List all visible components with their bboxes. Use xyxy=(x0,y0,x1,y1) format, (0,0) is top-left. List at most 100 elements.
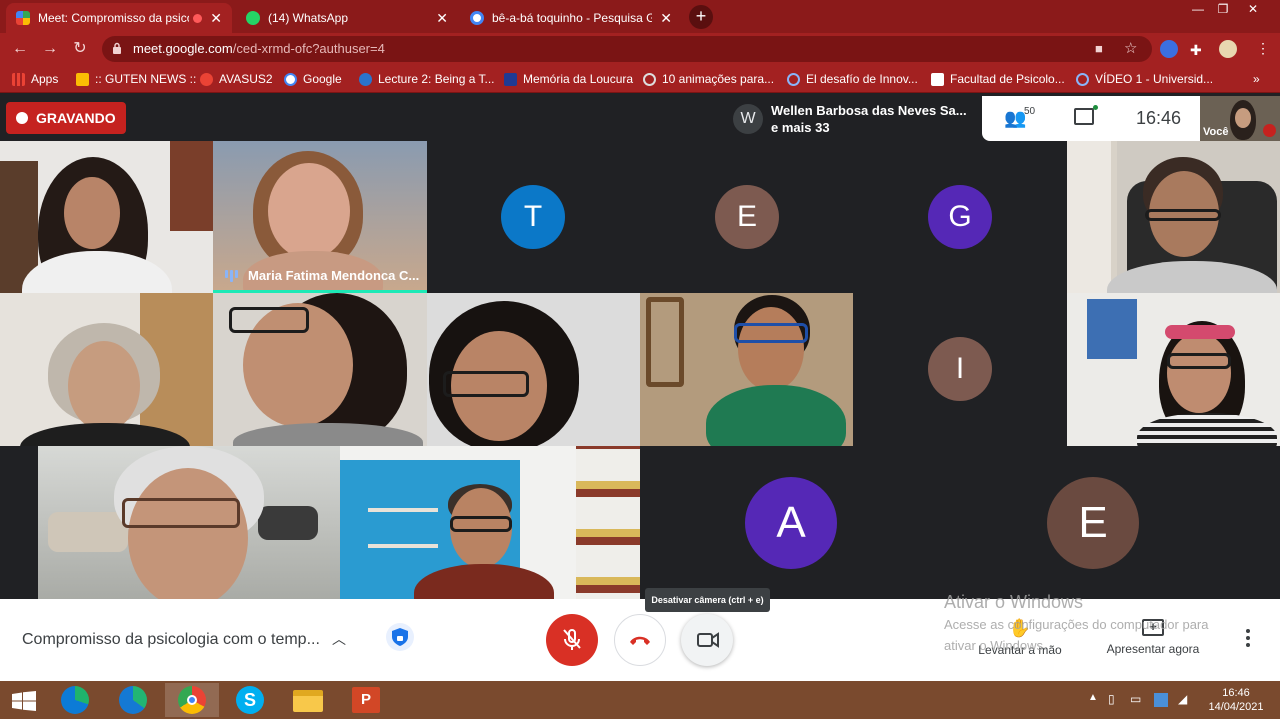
chat-icon[interactable] xyxy=(1074,108,1094,125)
participant-tile[interactable]: G xyxy=(853,141,1067,293)
audio-level-icon xyxy=(225,269,238,282)
more-options-icon[interactable] xyxy=(1246,629,1250,650)
taskbar-edge[interactable] xyxy=(48,683,102,717)
taskbar-clock[interactable]: 16:46 14/04/2021 xyxy=(1198,686,1274,714)
participant-tile[interactable] xyxy=(38,446,340,599)
participant-tile[interactable]: E xyxy=(942,446,1243,599)
window-close-icon[interactable]: ✕ xyxy=(1238,0,1268,20)
camera-tooltip: Desativar câmera (ctrl + e) xyxy=(645,588,770,612)
bookmark-guten-news[interactable]: :: GUTEN NEWS :: xyxy=(76,71,196,87)
wifi-signal-icon[interactable]: ◢ xyxy=(1178,692,1187,706)
tray-device-icon[interactable]: ▯ xyxy=(1108,692,1115,706)
start-button[interactable] xyxy=(0,683,54,717)
meet-clock: 16:46 xyxy=(1136,108,1182,128)
mic-toggle-button[interactable] xyxy=(546,614,598,666)
tab-meet[interactable]: Meet: Compromisso da psico ✕ xyxy=(6,3,232,33)
camera-toggle-button[interactable] xyxy=(681,614,733,666)
skype-icon: S xyxy=(236,686,264,714)
bookmark-memoria[interactable]: Memória da Loucura xyxy=(504,71,633,87)
self-view-tile[interactable]: Você xyxy=(1200,96,1280,141)
edge-icon xyxy=(61,686,89,714)
presenter-name: Wellen Barbosa das Neves Sa... xyxy=(771,103,967,118)
host-controls-shield-icon[interactable] xyxy=(386,623,414,651)
participant-tile[interactable] xyxy=(340,446,640,599)
participant-tile[interactable] xyxy=(427,293,640,446)
windows-logo-icon xyxy=(12,691,36,711)
apps-grid-icon xyxy=(12,72,25,86)
bookmark-star-icon[interactable]: ☆ xyxy=(1124,39,1137,57)
participant-tile[interactable]: A xyxy=(640,446,942,599)
taskbar-file-explorer[interactable] xyxy=(281,683,335,717)
windows-taskbar: S P ▲ ▯ ▭ ◢ 16:46 14/04/2021 xyxy=(0,681,1280,719)
chevron-up-icon[interactable]: ︿ xyxy=(332,629,346,649)
bookmark-avasus2[interactable]: AVASUS2 xyxy=(200,71,273,87)
participant-tile[interactable]: T xyxy=(427,141,640,293)
participant-body xyxy=(706,385,846,446)
forward-icon[interactable]: → xyxy=(40,39,60,59)
extension-icon[interactable] xyxy=(1160,40,1178,58)
participant-face xyxy=(738,307,804,391)
extensions-puzzle-icon[interactable]: ✚ xyxy=(1190,42,1202,59)
tray-network-icon[interactable]: ▭ xyxy=(1130,692,1141,706)
participant-tile[interactable] xyxy=(0,141,213,293)
meeting-title[interactable]: Compromisso da psicologia com o temp... xyxy=(22,631,320,649)
wall-shelf xyxy=(368,544,438,548)
participant-tile[interactable] xyxy=(1067,293,1280,446)
grid-padding xyxy=(0,446,38,599)
close-icon[interactable]: ✕ xyxy=(210,10,222,27)
taskbar-powerpoint[interactable]: P xyxy=(339,683,393,717)
new-tab-button[interactable]: + xyxy=(689,5,713,29)
participant-avatar: T xyxy=(501,185,565,249)
participant-avatar: E xyxy=(1047,477,1139,569)
participant-face xyxy=(64,177,120,249)
glasses xyxy=(734,323,808,343)
camera-indicator-icon[interactable]: ■ xyxy=(1095,41,1103,56)
participant-tile[interactable]: E xyxy=(640,141,853,293)
chat-unread-dot xyxy=(1093,105,1098,110)
participant-tile-speaking[interactable]: Maria Fatima Mendonca C... xyxy=(213,141,427,293)
participant-tile[interactable] xyxy=(213,293,427,446)
self-face xyxy=(1235,108,1251,128)
meet-icon xyxy=(16,11,30,25)
bookmark-facultad[interactable]: Facultad de Psicolo... xyxy=(931,71,1065,87)
loop-icon xyxy=(643,72,656,86)
leave-call-button[interactable] xyxy=(614,614,666,666)
participant-avatar: I xyxy=(928,337,992,401)
close-icon[interactable]: ✕ xyxy=(436,10,448,27)
tab-title: bê-a-bá toquinho - Pesquisa Goo xyxy=(492,11,653,25)
mic-off-icon xyxy=(563,629,581,650)
browser-tab-strip: Meet: Compromisso da psico ✕ (14) WhatsA… xyxy=(0,0,1280,33)
tray-app-icon[interactable] xyxy=(1154,693,1168,707)
tab-google-search[interactable]: bê-a-bá toquinho - Pesquisa Goo ✕ xyxy=(460,3,682,33)
bookmark-desafio[interactable]: El desafío de Innov... xyxy=(787,71,918,87)
participant-tile[interactable] xyxy=(0,293,213,446)
taskbar-edge-legacy[interactable] xyxy=(106,683,160,717)
bookmark-animacoes[interactable]: 10 animações para... xyxy=(643,71,774,87)
menu-dots-icon[interactable]: ⋮ xyxy=(1256,40,1270,57)
participant-tile[interactable]: I xyxy=(853,293,1067,446)
taskbar-skype[interactable]: S xyxy=(223,683,277,717)
participant-tile[interactable] xyxy=(640,293,853,446)
close-icon[interactable]: ✕ xyxy=(660,10,672,27)
address-bar[interactable]: meet.google.com/ced-xrmd-ofc?authuser=4 … xyxy=(102,36,1152,62)
bookmark-apps[interactable]: Apps xyxy=(12,71,58,87)
tray-overflow-icon[interactable]: ▲ xyxy=(1088,692,1098,703)
meet-info-bar: 👥 50 16:46 xyxy=(982,96,1200,141)
presenter-info[interactable]: W Wellen Barbosa das Neves Sa... e mais … xyxy=(727,98,981,140)
tab-whatsapp[interactable]: (14) WhatsApp ✕ xyxy=(236,3,458,33)
restore-icon[interactable]: ❐ xyxy=(1208,0,1238,20)
window-frame xyxy=(170,141,213,231)
back-icon[interactable]: ← xyxy=(10,39,30,59)
hang-up-icon xyxy=(630,636,650,645)
bookmark-google[interactable]: Google xyxy=(284,71,342,87)
bookmark-lecture[interactable]: Lecture 2: Being a T... xyxy=(359,71,495,87)
bookshelf xyxy=(1067,141,1117,293)
bookmarks-overflow-icon[interactable]: » xyxy=(1253,71,1260,87)
bookmark-video[interactable]: VÍDEO 1 - Universid... xyxy=(1076,71,1213,87)
glasses xyxy=(1145,209,1221,221)
participant-tile[interactable] xyxy=(1067,141,1280,293)
profile-avatar[interactable] xyxy=(1219,40,1237,58)
reload-icon[interactable]: ↻ xyxy=(70,39,90,59)
taskbar-chrome[interactable] xyxy=(165,683,219,717)
wall-frame xyxy=(646,297,684,387)
